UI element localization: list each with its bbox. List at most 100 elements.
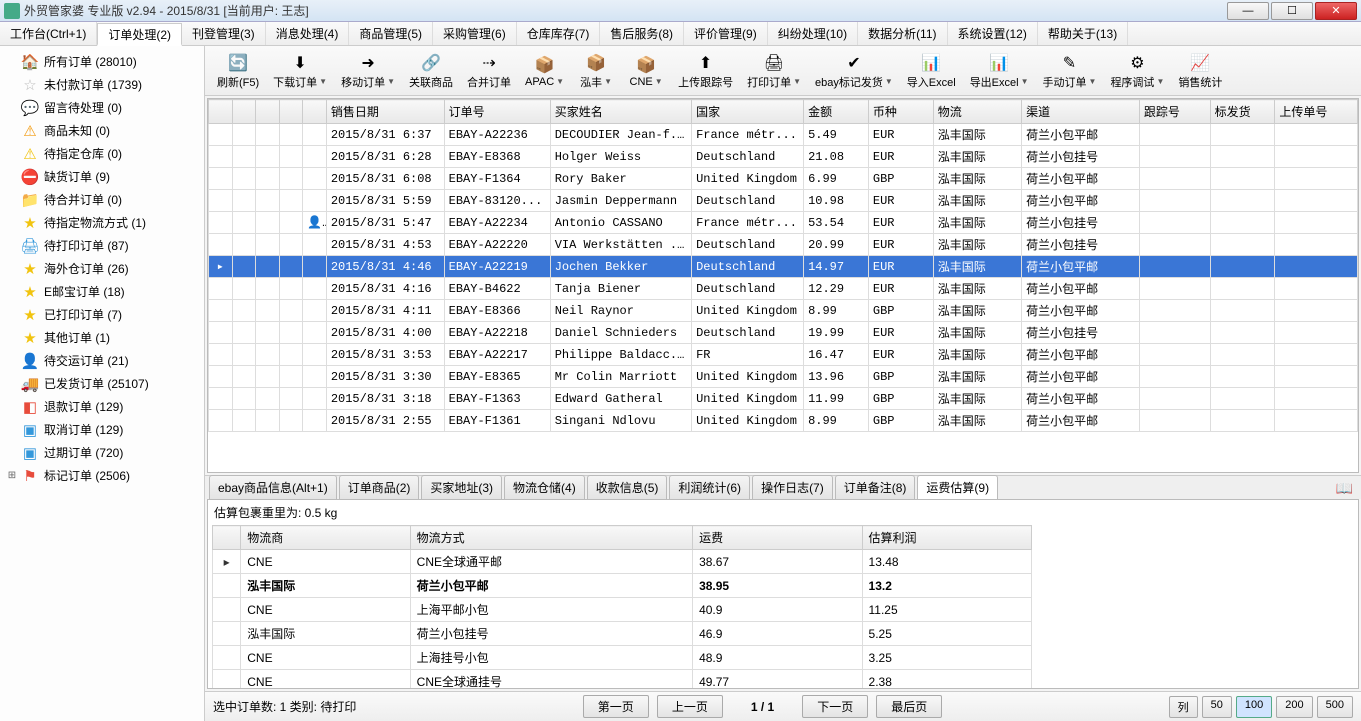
sidebar-item[interactable]: 💬留言待处理 (0) bbox=[2, 96, 202, 119]
column-header[interactable] bbox=[303, 100, 327, 124]
toolbar-button[interactable]: 📊导入Excel bbox=[901, 50, 962, 92]
toolbar-button[interactable]: ⚙程序调试▼ bbox=[1104, 50, 1170, 92]
detail-tab[interactable]: 买家地址(3) bbox=[421, 475, 502, 499]
column-header[interactable]: 上传单号 bbox=[1275, 100, 1358, 124]
menu-tab[interactable]: 售后服务(8) bbox=[600, 22, 684, 45]
detail-column-header[interactable]: 运费 bbox=[693, 526, 862, 550]
column-header[interactable]: 销售日期 bbox=[326, 100, 444, 124]
close-button[interactable]: ✕ bbox=[1315, 2, 1357, 20]
table-row[interactable]: 2015/8/31 6:08EBAY-F1364Rory BakerUnited… bbox=[209, 168, 1358, 190]
column-header[interactable]: 买家姓名 bbox=[550, 100, 691, 124]
detail-tab[interactable]: 物流仓储(4) bbox=[504, 475, 585, 499]
table-row[interactable]: 2015/8/31 6:37EBAY-A22236DECOUDIER Jean-… bbox=[209, 124, 1358, 146]
table-row[interactable]: 2015/8/31 3:53EBAY-A22217Philippe Baldac… bbox=[209, 344, 1358, 366]
order-grid[interactable]: 销售日期订单号买家姓名国家金额币种物流渠道跟踪号标发货上传单号2015/8/31… bbox=[207, 98, 1359, 473]
table-row[interactable]: 2015/8/31 4:16EBAY-B4622Tanja BienerDeut… bbox=[209, 278, 1358, 300]
detail-tab[interactable]: 操作日志(7) bbox=[752, 475, 833, 499]
sidebar-item[interactable]: ☆未付款订单 (1739) bbox=[2, 73, 202, 96]
column-header[interactable]: 金额 bbox=[804, 100, 869, 124]
menu-tab[interactable]: 采购管理(6) bbox=[433, 22, 517, 45]
menu-tab[interactable]: 系统设置(12) bbox=[948, 22, 1038, 45]
column-header[interactable]: 标发货 bbox=[1210, 100, 1275, 124]
toolbar-button[interactable]: 📈销售统计 bbox=[1172, 50, 1228, 92]
minimize-button[interactable]: — bbox=[1227, 2, 1269, 20]
first-page-button[interactable]: 第一页 bbox=[583, 695, 649, 718]
sidebar-item[interactable]: 📁待合并订单 (0) bbox=[2, 188, 202, 211]
detail-column-header[interactable]: 估算利润 bbox=[862, 526, 1031, 550]
sidebar-item[interactable]: ▣过期订单 (720) bbox=[2, 441, 202, 464]
table-row[interactable]: 2015/8/31 3:30EBAY-E8365Mr Colin Marriot… bbox=[209, 366, 1358, 388]
sidebar-item[interactable]: 🖨待打印订单 (87) bbox=[2, 234, 202, 257]
book-icon[interactable]: 📖 bbox=[1336, 480, 1353, 497]
column-header[interactable] bbox=[279, 100, 303, 124]
detail-tab[interactable]: 收款信息(5) bbox=[587, 475, 668, 499]
last-page-button[interactable]: 最后页 bbox=[876, 695, 942, 718]
column-header[interactable]: 物流 bbox=[933, 100, 1021, 124]
page-size-button[interactable]: 100 bbox=[1236, 696, 1272, 718]
sidebar-item[interactable]: ⚠商品未知 (0) bbox=[2, 119, 202, 142]
detail-row[interactable]: 泓丰国际荷兰小包挂号46.95.25 bbox=[213, 622, 1032, 646]
detail-tab[interactable]: 运费估算(9) bbox=[917, 475, 998, 499]
toolbar-button[interactable]: 📦泓丰▼ bbox=[572, 50, 620, 92]
detail-row[interactable]: CNE上海平邮小包40.911.25 bbox=[213, 598, 1032, 622]
sidebar-item[interactable]: ★已打印订单 (7) bbox=[2, 303, 202, 326]
menu-tab[interactable]: 刊登管理(3) bbox=[182, 22, 266, 45]
sidebar-item[interactable]: 👤待交运订单 (21) bbox=[2, 349, 202, 372]
detail-row[interactable]: CNECNE全球通挂号49.772.38 bbox=[213, 670, 1032, 689]
table-row[interactable]: ▸2015/8/31 4:46EBAY-A22219Jochen BekkerD… bbox=[209, 256, 1358, 278]
column-header[interactable]: 国家 bbox=[692, 100, 804, 124]
column-header[interactable]: 订单号 bbox=[444, 100, 550, 124]
table-row[interactable]: 2015/8/31 3:18EBAY-F1363Edward GatheralU… bbox=[209, 388, 1358, 410]
sidebar-item[interactable]: 🚚已发货订单 (25107) bbox=[2, 372, 202, 395]
page-size-button[interactable]: 200 bbox=[1276, 696, 1312, 718]
detail-tab[interactable]: ebay商品信息(Alt+1) bbox=[209, 475, 337, 499]
column-header[interactable] bbox=[256, 100, 280, 124]
column-header[interactable] bbox=[209, 100, 233, 124]
page-size-button[interactable]: 500 bbox=[1317, 696, 1353, 718]
toolbar-button[interactable]: 🔄刷新(F5) bbox=[211, 50, 265, 92]
table-row[interactable]: 👤2015/8/31 5:47EBAY-A22234Antonio CASSAN… bbox=[209, 212, 1358, 234]
table-row[interactable]: 2015/8/31 5:59EBAY-83120...Jasmin Depper… bbox=[209, 190, 1358, 212]
menu-tab[interactable]: 帮助关于(13) bbox=[1038, 22, 1128, 45]
table-row[interactable]: 2015/8/31 4:11EBAY-E8366Neil RaynorUnite… bbox=[209, 300, 1358, 322]
sidebar-item[interactable]: ⊞⚑标记订单 (2506) bbox=[2, 464, 202, 487]
detail-column-header[interactable]: 物流方式 bbox=[410, 526, 692, 550]
prev-page-button[interactable]: 上一页 bbox=[657, 695, 723, 718]
column-header[interactable]: 跟踪号 bbox=[1139, 100, 1210, 124]
toolbar-button[interactable]: ✔ebay标记发货▼ bbox=[809, 50, 899, 92]
menu-tab[interactable]: 纠纷处理(10) bbox=[768, 22, 858, 45]
page-size-button[interactable]: 列 bbox=[1169, 696, 1198, 718]
detail-row[interactable]: ▸CNECNE全球通平邮38.6713.48 bbox=[213, 550, 1032, 574]
menu-tab[interactable]: 评价管理(9) bbox=[684, 22, 768, 45]
detail-row[interactable]: 泓丰国际荷兰小包平邮38.9513.2 bbox=[213, 574, 1032, 598]
maximize-button[interactable]: ☐ bbox=[1271, 2, 1313, 20]
toolbar-button[interactable]: 📊导出Excel▼ bbox=[964, 50, 1035, 92]
toolbar-button[interactable]: ⇢合并订单 bbox=[461, 50, 517, 92]
menu-tab[interactable]: 数据分析(11) bbox=[858, 22, 947, 45]
page-size-button[interactable]: 50 bbox=[1202, 696, 1232, 718]
table-row[interactable]: 2015/8/31 4:00EBAY-A22218Daniel Schniede… bbox=[209, 322, 1358, 344]
column-header[interactable] bbox=[232, 100, 256, 124]
sidebar-item[interactable]: ★E邮宝订单 (18) bbox=[2, 280, 202, 303]
next-page-button[interactable]: 下一页 bbox=[802, 695, 868, 718]
menu-tab[interactable]: 消息处理(4) bbox=[266, 22, 350, 45]
menu-tab[interactable]: 仓库库存(7) bbox=[517, 22, 601, 45]
sidebar-item[interactable]: 🏠所有订单 (28010) bbox=[2, 50, 202, 73]
sidebar-item[interactable]: ★其他订单 (1) bbox=[2, 326, 202, 349]
toolbar-button[interactable]: ➜移动订单▼ bbox=[335, 50, 401, 92]
menu-tab[interactable]: 商品管理(5) bbox=[349, 22, 433, 45]
sidebar-item[interactable]: ⚠待指定仓库 (0) bbox=[2, 142, 202, 165]
freight-grid[interactable]: 物流商物流方式运费估算利润▸CNECNE全球通平邮38.6713.48泓丰国际荷… bbox=[212, 525, 1032, 688]
table-row[interactable]: 2015/8/31 2:55EBAY-F1361Singani NdlovuUn… bbox=[209, 410, 1358, 432]
toolbar-button[interactable]: ✎手动订单▼ bbox=[1037, 50, 1103, 92]
column-header[interactable]: 渠道 bbox=[1022, 100, 1140, 124]
menu-tab[interactable]: 工作台(Ctrl+1) bbox=[0, 22, 97, 45]
toolbar-button[interactable]: 🖨打印订单▼ bbox=[741, 50, 807, 92]
detail-column-header[interactable]: 物流商 bbox=[241, 526, 410, 550]
detail-tab[interactable]: 订单备注(8) bbox=[835, 475, 916, 499]
toolbar-button[interactable]: 📦CNE▼ bbox=[622, 52, 670, 90]
sidebar-item[interactable]: ★待指定物流方式 (1) bbox=[2, 211, 202, 234]
toolbar-button[interactable]: ⬇下载订单▼ bbox=[267, 50, 333, 92]
detail-row[interactable]: CNE上海挂号小包48.93.25 bbox=[213, 646, 1032, 670]
toolbar-button[interactable]: ⬆上传跟踪号 bbox=[672, 50, 739, 92]
